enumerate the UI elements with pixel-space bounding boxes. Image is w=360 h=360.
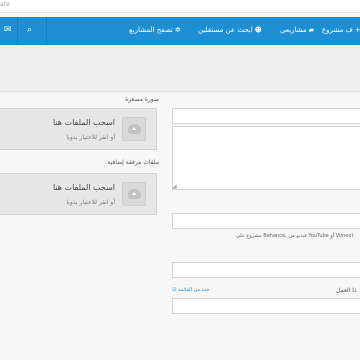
- plus-icon: +: [354, 26, 360, 34]
- gear-icon: ✲: [174, 26, 181, 34]
- description-textarea[interactable]: [172, 126, 360, 190]
- dropzone-subtitle: أو انقر للاختيار يدويا: [66, 134, 115, 141]
- video-link-hint: مشروع على Behance، فيديو من YouTube أو V…: [236, 233, 354, 239]
- attachments-dropzone[interactable]: اسحب الملفات هنا أو انقر للاختيار يدويا: [0, 173, 157, 215]
- upload-icon-box: [122, 182, 146, 206]
- cloud-upload-icon: [128, 124, 141, 134]
- select-from-list-link[interactable]: حدد من القائمة ☑: [172, 287, 210, 293]
- navbar: ✉ ⌕ ✲تصفح المشاريع ☻ابحث عن مستقلين ▰مشا…: [0, 17, 360, 45]
- breadcrumb: ate: [0, 1, 10, 8]
- nav-separator: [46, 17, 47, 45]
- folder-icon: ▰: [308, 26, 315, 34]
- nav-item-find-freelancers[interactable]: ☻ابحث عن مستقلين: [198, 26, 262, 34]
- envelope-icon[interactable]: ✉: [4, 25, 12, 35]
- dropzone-title: اسحب الملفات هنا: [52, 118, 115, 127]
- attachments-label: ملفات مرفقة إضافية: [107, 159, 159, 166]
- search-icon[interactable]: ⌕: [27, 25, 32, 35]
- page-header-bar: [0, 45, 360, 92]
- work-label: ذا العمل: [336, 287, 357, 294]
- users-icon: ☻: [254, 26, 262, 34]
- cloud-upload-icon: [128, 189, 141, 199]
- thumbnail-label: صورة مصغرة: [125, 96, 159, 103]
- video-link-field[interactable]: [172, 213, 360, 229]
- dropzone-subtitle: أو انقر للاختيار يدويا: [66, 199, 115, 206]
- nav-item-browse-projects[interactable]: ✲تصفح المشاريع: [129, 26, 181, 34]
- top-strip: ate: [0, 0, 360, 13]
- checkbox-icon: ☑: [172, 287, 177, 293]
- skills-field[interactable]: [172, 262, 360, 278]
- title-field[interactable]: [172, 108, 360, 124]
- work-field[interactable]: [172, 298, 360, 314]
- resize-handle-icon[interactable]: ◢: [172, 183, 177, 190]
- nav-separator: [17, 17, 18, 45]
- thumbnail-dropzone[interactable]: اسحب الملفات هنا أو انقر للاختيار يدويا: [0, 108, 157, 150]
- nav-item-add-project[interactable]: +ف مشروع: [322, 26, 360, 34]
- dropzone-title: اسحب الملفات هنا: [52, 183, 115, 192]
- nav-item-my-projects[interactable]: ▰مشاريعي: [280, 26, 314, 34]
- upload-icon-box: [122, 117, 146, 141]
